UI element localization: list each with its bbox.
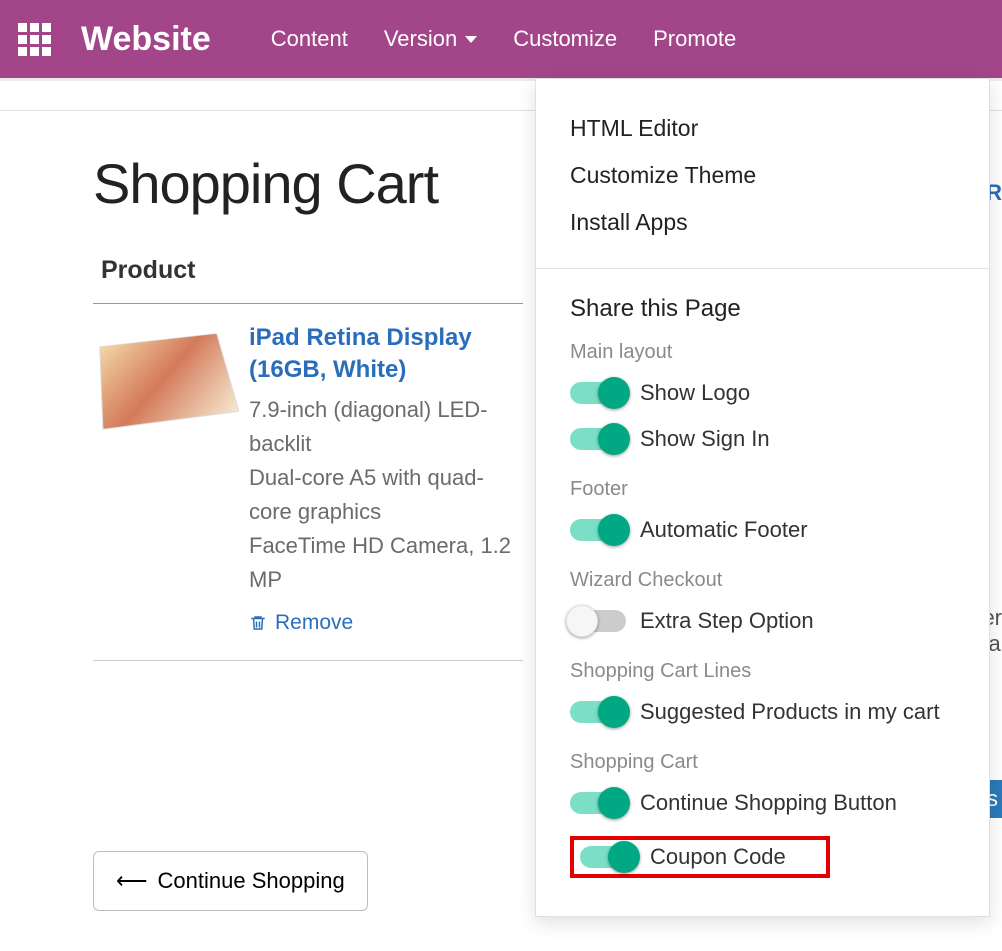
toggle-label: Show Logo [640, 380, 750, 406]
group-label-cart: Shopping Cart [570, 735, 955, 780]
group-label-footer: Footer [570, 462, 955, 507]
toggle-extra-step[interactable] [570, 610, 626, 632]
toggle-label: Coupon Code [650, 844, 786, 870]
column-header-product: Product [93, 256, 523, 304]
toggle-row-extra-step: Extra Step Option [570, 598, 955, 644]
toggle-label: Continue Shopping Button [640, 790, 897, 816]
toggle-row-suggested: Suggested Products in my cart [570, 689, 955, 735]
toggle-row-auto-footer: Automatic Footer [570, 507, 955, 553]
dropdown-section-options: Share this Page Main layout Show Logo Sh… [536, 269, 989, 896]
toggle-coupon-code[interactable] [580, 846, 636, 868]
app-brand[interactable]: Website [81, 20, 211, 59]
continue-label: Continue Shopping [158, 868, 345, 894]
toggle-label: Suggested Products in my cart [640, 699, 940, 725]
toggle-show-signin[interactable] [570, 428, 626, 450]
product-name-link[interactable]: iPad Retina Display (16GB, White) [249, 322, 523, 387]
apps-grid-icon[interactable] [18, 23, 51, 56]
arrow-left-icon: ⟵ [116, 868, 148, 894]
toggle-row-show-signin: Show Sign In [570, 416, 955, 462]
toggle-row-coupon-code: Coupon Code [570, 826, 955, 888]
menu-customize-theme[interactable]: Customize Theme [570, 152, 955, 199]
caret-down-icon [465, 36, 477, 43]
product-description: 7.9-inch (diagonal) LED-backlit Dual-cor… [249, 393, 523, 598]
remove-item-link[interactable]: Remove [249, 611, 353, 635]
nav-content[interactable]: Content [271, 26, 348, 52]
toggle-show-logo[interactable] [570, 382, 626, 404]
nav-version-label: Version [384, 26, 457, 52]
product-thumbnail[interactable] [99, 333, 239, 430]
remove-label: Remove [275, 611, 353, 635]
product-info: iPad Retina Display (16GB, White) 7.9-in… [249, 322, 523, 638]
nav-promote[interactable]: Promote [653, 26, 736, 52]
share-page-title: Share this Page [570, 295, 955, 325]
toggle-row-continue-btn: Continue Shopping Button [570, 780, 955, 826]
toggle-row-show-logo: Show Logo [570, 370, 955, 416]
cart-line-item: iPad Retina Display (16GB, White) 7.9-in… [93, 304, 523, 661]
group-label-main-layout: Main layout [570, 325, 955, 370]
continue-shopping-button[interactable]: ⟵ Continue Shopping [93, 851, 368, 911]
menu-html-editor[interactable]: HTML Editor [570, 105, 955, 152]
dropdown-section-tools: HTML Editor Customize Theme Install Apps [536, 79, 989, 254]
group-label-cart-lines: Shopping Cart Lines [570, 644, 955, 689]
group-label-wizard: Wizard Checkout [570, 553, 955, 598]
top-nav: Content Version Customize Promote [271, 26, 737, 52]
trash-icon [249, 613, 267, 633]
customize-dropdown: HTML Editor Customize Theme Install Apps… [535, 78, 990, 917]
toggle-suggested-products[interactable] [570, 701, 626, 723]
highlight-box: Coupon Code [570, 836, 830, 878]
nav-customize[interactable]: Customize [513, 26, 617, 52]
toggle-auto-footer[interactable] [570, 519, 626, 541]
nav-version[interactable]: Version [384, 26, 477, 52]
menu-install-apps[interactable]: Install Apps [570, 199, 955, 246]
toggle-label: Automatic Footer [640, 517, 808, 543]
toggle-continue-shopping-btn[interactable] [570, 792, 626, 814]
toggle-label: Show Sign In [640, 426, 770, 452]
toggle-label: Extra Step Option [640, 608, 814, 634]
top-bar: Website Content Version Customize Promot… [0, 0, 1002, 78]
